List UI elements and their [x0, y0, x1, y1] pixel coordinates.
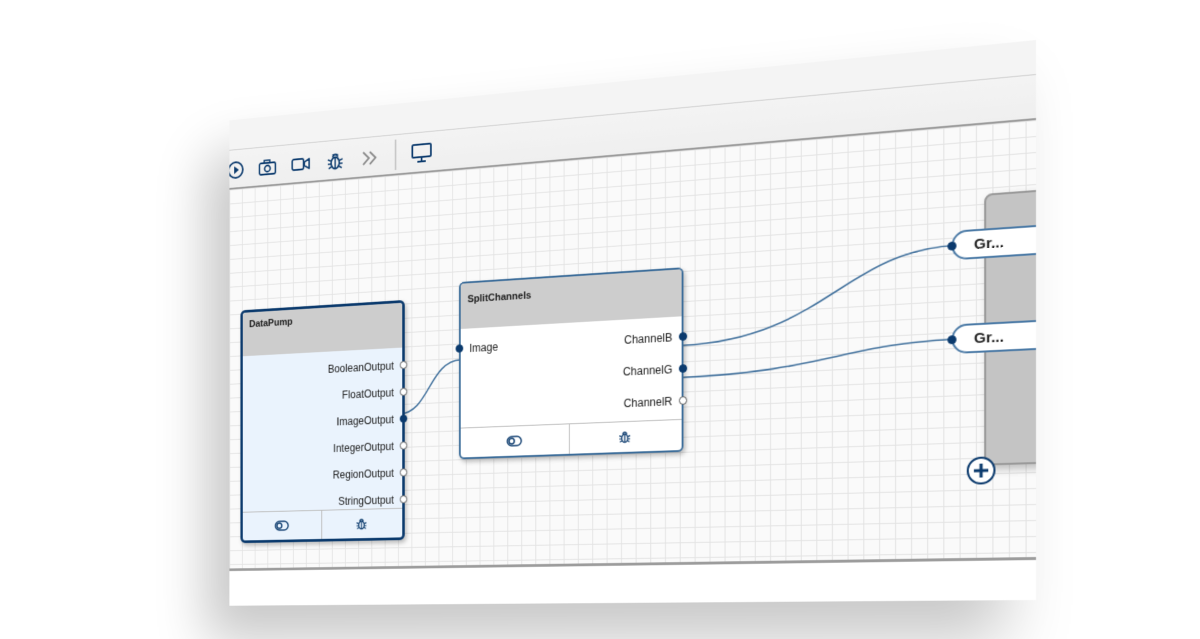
toggle-icon [274, 520, 288, 531]
plus-circle-icon [966, 455, 997, 486]
double-chevron-right-icon [360, 148, 380, 168]
toolbar-separator [394, 139, 397, 171]
port-row-channelr: ChannelR [623, 394, 672, 411]
display-button[interactable] [410, 140, 434, 167]
wire-imageoutput-to-image[interactable] [400, 360, 461, 414]
step-forward-button[interactable] [358, 144, 381, 171]
debug-node-button[interactable] [320, 508, 403, 539]
wire-channelb-to-group[interactable] [682, 245, 954, 345]
port-row-channelg: ChannelG [623, 362, 672, 379]
port-imageoutput[interactable] [399, 414, 408, 423]
toggle-button[interactable] [461, 424, 569, 457]
bug-icon [355, 517, 368, 532]
port-label: ImageOutput [336, 413, 394, 429]
node-footer [460, 418, 682, 458]
port-row-stringoutput: StringOutput [338, 493, 394, 509]
port-label: ChannelB [624, 330, 673, 347]
bug-icon [325, 150, 345, 173]
wire-channelg-to-group[interactable] [682, 339, 954, 377]
node-graph-canvas[interactable]: DataPump BooleanOutput FloatOutput Image… [229, 120, 1036, 606]
port-stringoutput[interactable] [399, 495, 408, 504]
stage: DataPump BooleanOutput FloatOutput Image… [0, 0, 1200, 639]
editor-window: DataPump BooleanOutput FloatOutput Image… [229, 40, 1036, 606]
play-circle-icon [229, 160, 244, 181]
camera-icon [258, 158, 277, 177]
canvas-bottom-bar [229, 557, 1036, 606]
port-regionoutput[interactable] [399, 468, 408, 477]
group-port-label: Gr... [973, 233, 1004, 253]
group-port-label: Gr... [973, 328, 1004, 347]
port-row-booleanoutput: BooleanOutput [328, 359, 394, 377]
port-row-imageoutput: ImageOutput [337, 412, 394, 429]
port-label: IntegerOutput [333, 440, 394, 455]
node-splitchannels[interactable]: SplitChannels Image ChannelB ChannelG Ch… [455, 267, 688, 460]
port-label: RegionOutput [332, 466, 394, 482]
port-row-integeroutput: IntegerOutput [333, 439, 394, 455]
debug-node-button[interactable] [568, 419, 682, 454]
node-title: SplitChannels [460, 269, 682, 329]
port-row-channelb: ChannelB [624, 330, 672, 348]
debug-button[interactable] [324, 148, 347, 175]
node-title: DataPump [242, 302, 403, 357]
port-row-floatoutput: FloatOutput [342, 386, 394, 403]
port-label: StringOutput [338, 493, 394, 508]
port-label: FloatOutput [341, 386, 394, 402]
port-floatoutput[interactable] [399, 387, 408, 397]
port-label: ChannelR [623, 394, 673, 411]
port-channelb[interactable] [678, 332, 688, 341]
group-port-pill-2[interactable]: Gr... [951, 318, 1036, 355]
record-button[interactable] [290, 151, 313, 178]
port-channelr[interactable] [678, 396, 688, 405]
video-camera-icon [291, 154, 312, 173]
port-label: ChannelG [622, 362, 673, 379]
node-datapump[interactable]: DataPump BooleanOutput FloatOutput Image… [240, 299, 408, 544]
port-label: Image [469, 340, 499, 355]
port-channelg[interactable] [678, 364, 688, 373]
toggle-icon [506, 435, 522, 447]
port-image[interactable] [455, 344, 464, 353]
snapshot-button[interactable] [256, 154, 278, 180]
port-booleanoutput[interactable] [399, 360, 408, 370]
toggle-button[interactable] [243, 511, 321, 541]
bug-icon [618, 429, 633, 444]
port-integeroutput[interactable] [399, 441, 408, 450]
group-port-pill-1[interactable]: Gr... [951, 222, 1036, 261]
port-row-regionoutput: RegionOutput [333, 466, 394, 482]
monitor-icon [411, 142, 433, 166]
port-label: BooleanOutput [327, 359, 394, 376]
node-footer [242, 507, 403, 541]
add-port-button[interactable] [966, 455, 997, 486]
port-row-image: Image [469, 340, 498, 356]
play-button[interactable] [229, 157, 246, 183]
